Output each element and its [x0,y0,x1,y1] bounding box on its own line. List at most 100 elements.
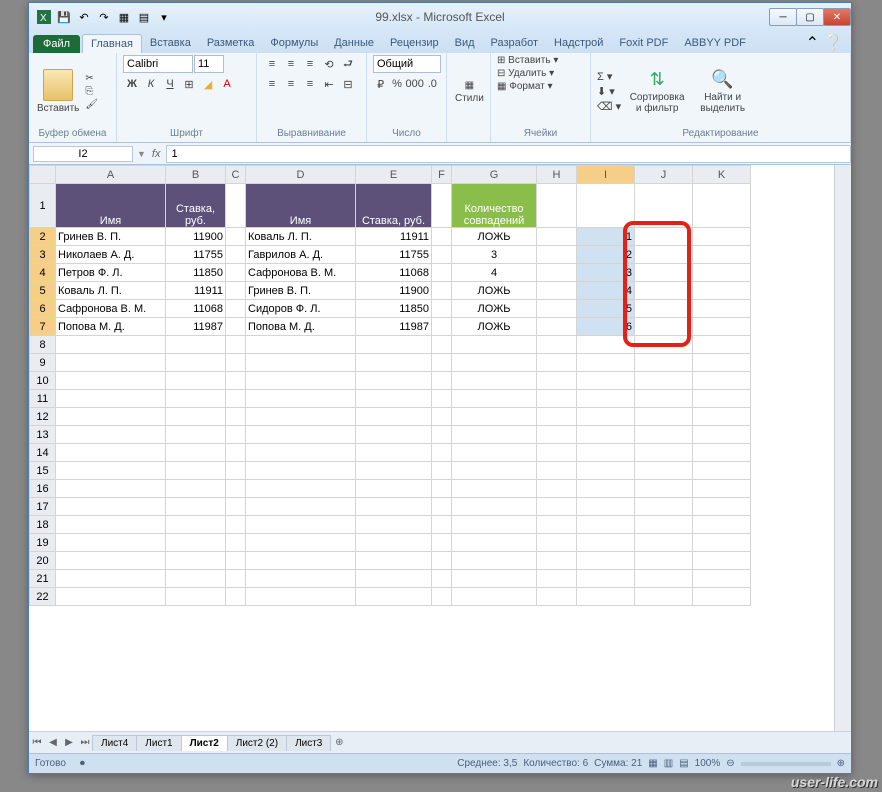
cell[interactable] [537,264,577,282]
cell[interactable]: 1 [577,228,635,246]
ribbon-tab-abbyy pdf[interactable]: ABBYY PDF [676,34,754,53]
cell[interactable]: 11755 [166,246,226,264]
cell[interactable] [452,390,537,408]
cell[interactable] [635,480,693,498]
cell[interactable] [166,552,226,570]
cell[interactable] [577,516,635,534]
col-header[interactable]: K [693,166,751,184]
cell[interactable] [693,570,751,588]
cell[interactable] [693,552,751,570]
cell[interactable] [635,390,693,408]
align-mid-icon[interactable]: ≡ [282,55,300,73]
cell[interactable] [432,390,452,408]
cell[interactable] [577,372,635,390]
cell[interactable]: ЛОЖЬ [452,300,537,318]
cell[interactable]: Ставка, руб. [356,184,432,228]
tab-nav-next-icon[interactable]: ▶ [61,737,77,748]
row-header[interactable]: 22 [30,588,56,606]
cell[interactable] [577,462,635,480]
row-header[interactable]: 7 [30,318,56,336]
cell[interactable] [537,372,577,390]
ribbon-tab-формулы[interactable]: Формулы [262,34,326,53]
save-icon[interactable]: 💾 [55,8,73,26]
cell[interactable] [432,372,452,390]
cell[interactable]: 11900 [166,228,226,246]
row-header[interactable]: 13 [30,426,56,444]
cell[interactable] [166,426,226,444]
align-left-icon[interactable]: ≡ [263,75,281,93]
cell[interactable] [693,184,751,228]
cell[interactable] [226,184,246,228]
ribbon-tab-foxit pdf[interactable]: Foxit PDF [611,34,676,53]
sheet-tab[interactable]: Лист3 [286,735,331,751]
cell[interactable] [693,390,751,408]
zoom-out-button[interactable]: ⊖ [726,758,734,769]
cell[interactable] [693,300,751,318]
bold-button[interactable]: Ж [123,75,141,93]
cell[interactable] [432,588,452,606]
cell[interactable]: Имя [56,184,166,228]
cell[interactable] [635,282,693,300]
cell[interactable]: 11850 [356,300,432,318]
cell[interactable] [432,184,452,228]
undo-icon[interactable]: ↶ [75,8,93,26]
cell[interactable] [356,390,432,408]
format-painter-icon[interactable]: 🖌 [85,99,98,110]
cell[interactable] [166,390,226,408]
cell[interactable] [166,372,226,390]
percent-icon[interactable]: % [389,75,404,93]
cell[interactable]: Петров Ф. Л. [56,264,166,282]
cell[interactable]: 5 [577,300,635,318]
row-header[interactable]: 11 [30,390,56,408]
spreadsheet-grid[interactable]: ABCDEFGHIJK1ИмяСтавка, руб.ИмяСтавка, ру… [29,165,851,731]
cell[interactable]: 6 [577,318,635,336]
cell[interactable] [693,282,751,300]
cell[interactable] [356,534,432,552]
cell[interactable] [432,264,452,282]
cell[interactable] [693,426,751,444]
cell[interactable] [635,318,693,336]
cell[interactable] [577,354,635,372]
cell[interactable]: 3 [577,264,635,282]
cell[interactable]: ЛОЖЬ [452,228,537,246]
orientation-icon[interactable]: ⟲ [320,55,338,73]
cell[interactable]: 11987 [356,318,432,336]
cell[interactable] [226,570,246,588]
ribbon-tab-главная[interactable]: Главная [82,34,142,53]
cell[interactable] [226,372,246,390]
row-header[interactable]: 19 [30,534,56,552]
cell[interactable] [635,588,693,606]
ribbon-tab-разработ[interactable]: Разработ [483,34,546,53]
cell[interactable] [577,534,635,552]
align-bot-icon[interactable]: ≡ [301,55,319,73]
cell[interactable] [693,516,751,534]
cell[interactable] [246,336,356,354]
cell[interactable] [635,336,693,354]
cell[interactable] [246,354,356,372]
cell[interactable] [537,588,577,606]
cell[interactable] [226,498,246,516]
cell[interactable] [537,444,577,462]
minimize-ribbon-icon[interactable]: ⌃ [806,33,819,53]
cell[interactable] [226,300,246,318]
cell[interactable] [635,534,693,552]
find-select-button[interactable]: 🔍Найти и выделить [693,67,752,116]
select-all-corner[interactable] [30,166,56,184]
col-header[interactable]: C [226,166,246,184]
cell[interactable] [635,498,693,516]
cell[interactable] [246,534,356,552]
cell[interactable] [635,408,693,426]
qat-icon[interactable]: ▤ [135,8,153,26]
namebox-dropdown-icon[interactable]: ▼ [137,149,146,159]
sheet-tab[interactable]: Лист4 [92,735,137,751]
cell[interactable] [356,552,432,570]
cell[interactable] [537,336,577,354]
cell[interactable] [166,588,226,606]
cell[interactable] [635,354,693,372]
cell[interactable] [452,444,537,462]
cell[interactable] [693,318,751,336]
merge-icon[interactable]: ⊟ [339,75,357,93]
cell[interactable]: Сафронова В. М. [246,264,356,282]
cell[interactable] [693,336,751,354]
cell[interactable] [537,426,577,444]
